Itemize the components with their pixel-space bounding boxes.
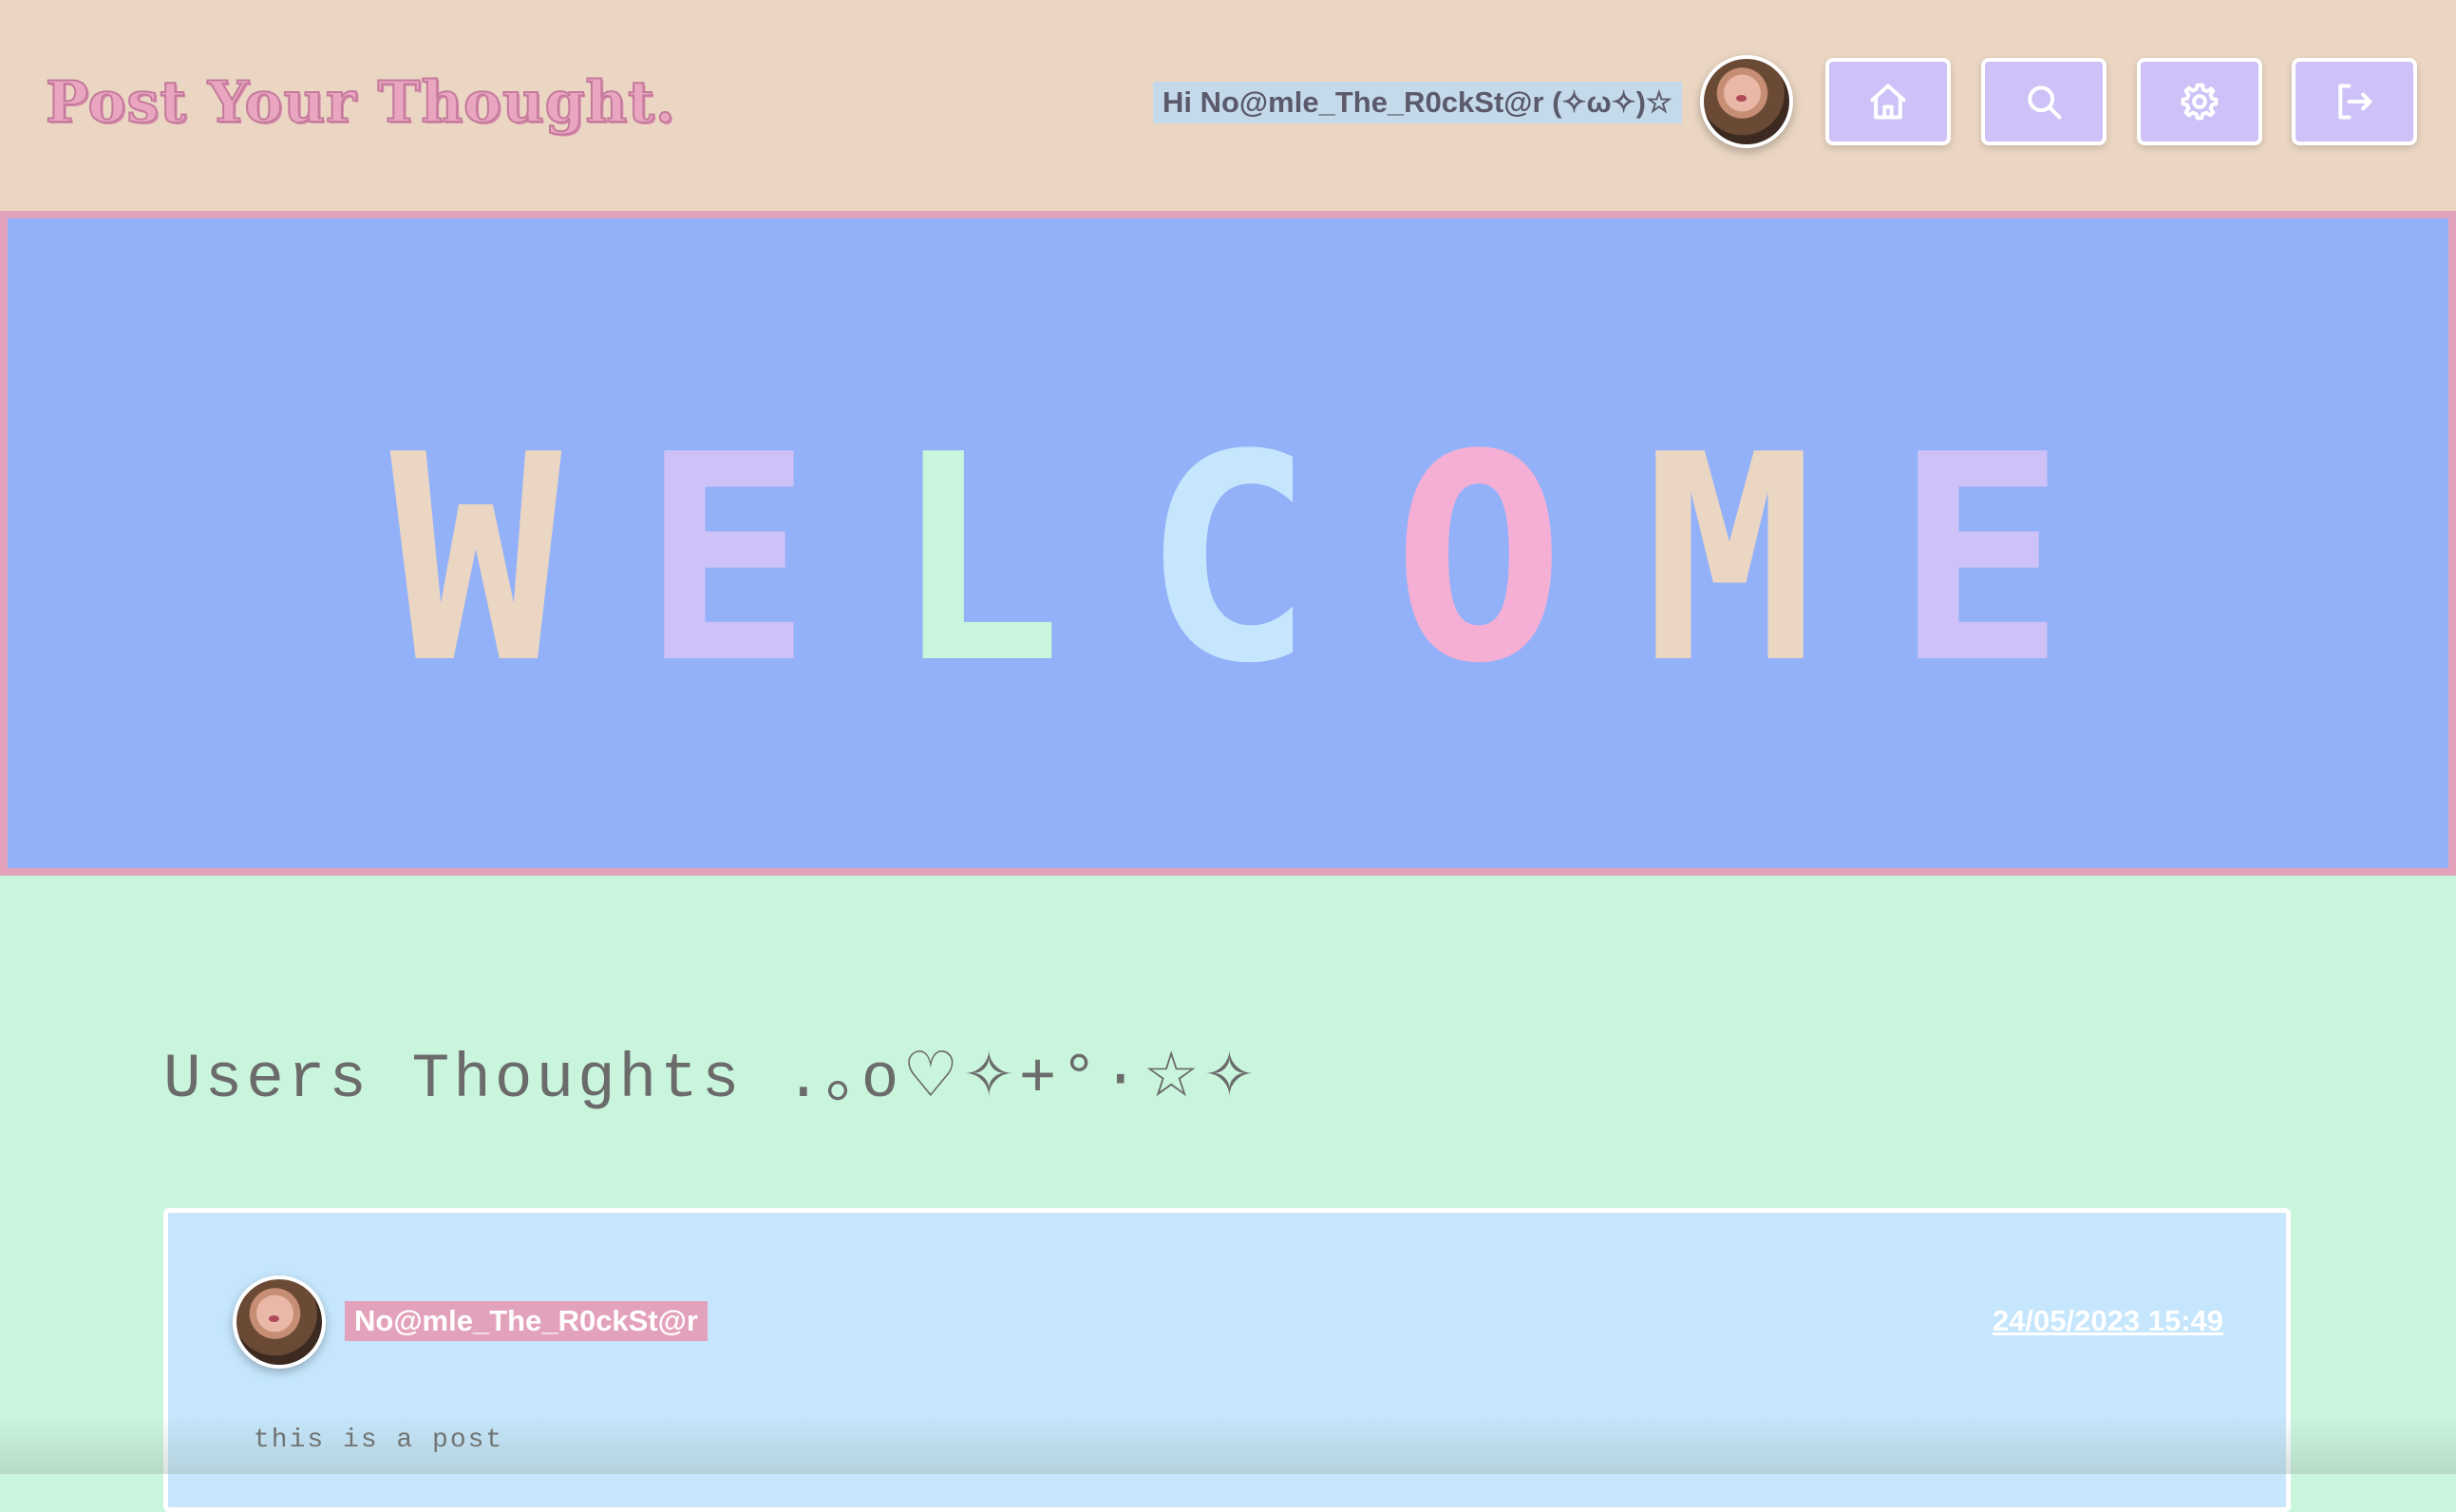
- post-body: this is a post: [254, 1426, 504, 1455]
- settings-button[interactable]: [2137, 58, 2262, 145]
- welcome-letter: E: [1894, 394, 2067, 726]
- welcome-letter: M: [1643, 394, 1816, 726]
- user-avatar[interactable]: [1700, 55, 1793, 148]
- welcome-banner: W E L C O M E: [0, 211, 2456, 876]
- home-icon: [1870, 84, 1906, 120]
- welcome-letter: L: [891, 394, 1064, 726]
- user-greeting: Hi No@mle_The_R0ckSt@r (✧ω✧)☆: [1153, 82, 1682, 123]
- post-author-name[interactable]: No@mle_The_R0ckSt@r: [345, 1301, 708, 1341]
- welcome-letter: W: [389, 394, 562, 726]
- welcome-letter: E: [640, 394, 813, 726]
- logout-icon: [2338, 84, 2372, 120]
- search-button[interactable]: [1981, 58, 2106, 145]
- welcome-letter: O: [1392, 394, 1565, 726]
- post-date-link[interactable]: 24/05/2023 15:49: [1993, 1301, 2223, 1341]
- gear-icon: [2181, 83, 2219, 121]
- site-logo[interactable]: Post Your Thought.: [45, 55, 676, 150]
- header: Post Your Thought. Hi No@mle_The_R0ckSt@…: [0, 0, 2456, 211]
- logout-button[interactable]: [2292, 58, 2417, 145]
- welcome-heading: W E L C O M E: [8, 418, 2448, 703]
- home-button[interactable]: [1825, 58, 1951, 145]
- welcome-letter: C: [1142, 394, 1314, 726]
- search-icon: [2028, 85, 2062, 120]
- section-title: Users Thoughts .｡o♡✧+°·☆✧: [163, 1044, 1260, 1115]
- post-author-avatar[interactable]: [233, 1276, 326, 1369]
- post-card: No@mle_The_R0ckSt@r 24/05/2023 15:49 thi…: [163, 1208, 2291, 1512]
